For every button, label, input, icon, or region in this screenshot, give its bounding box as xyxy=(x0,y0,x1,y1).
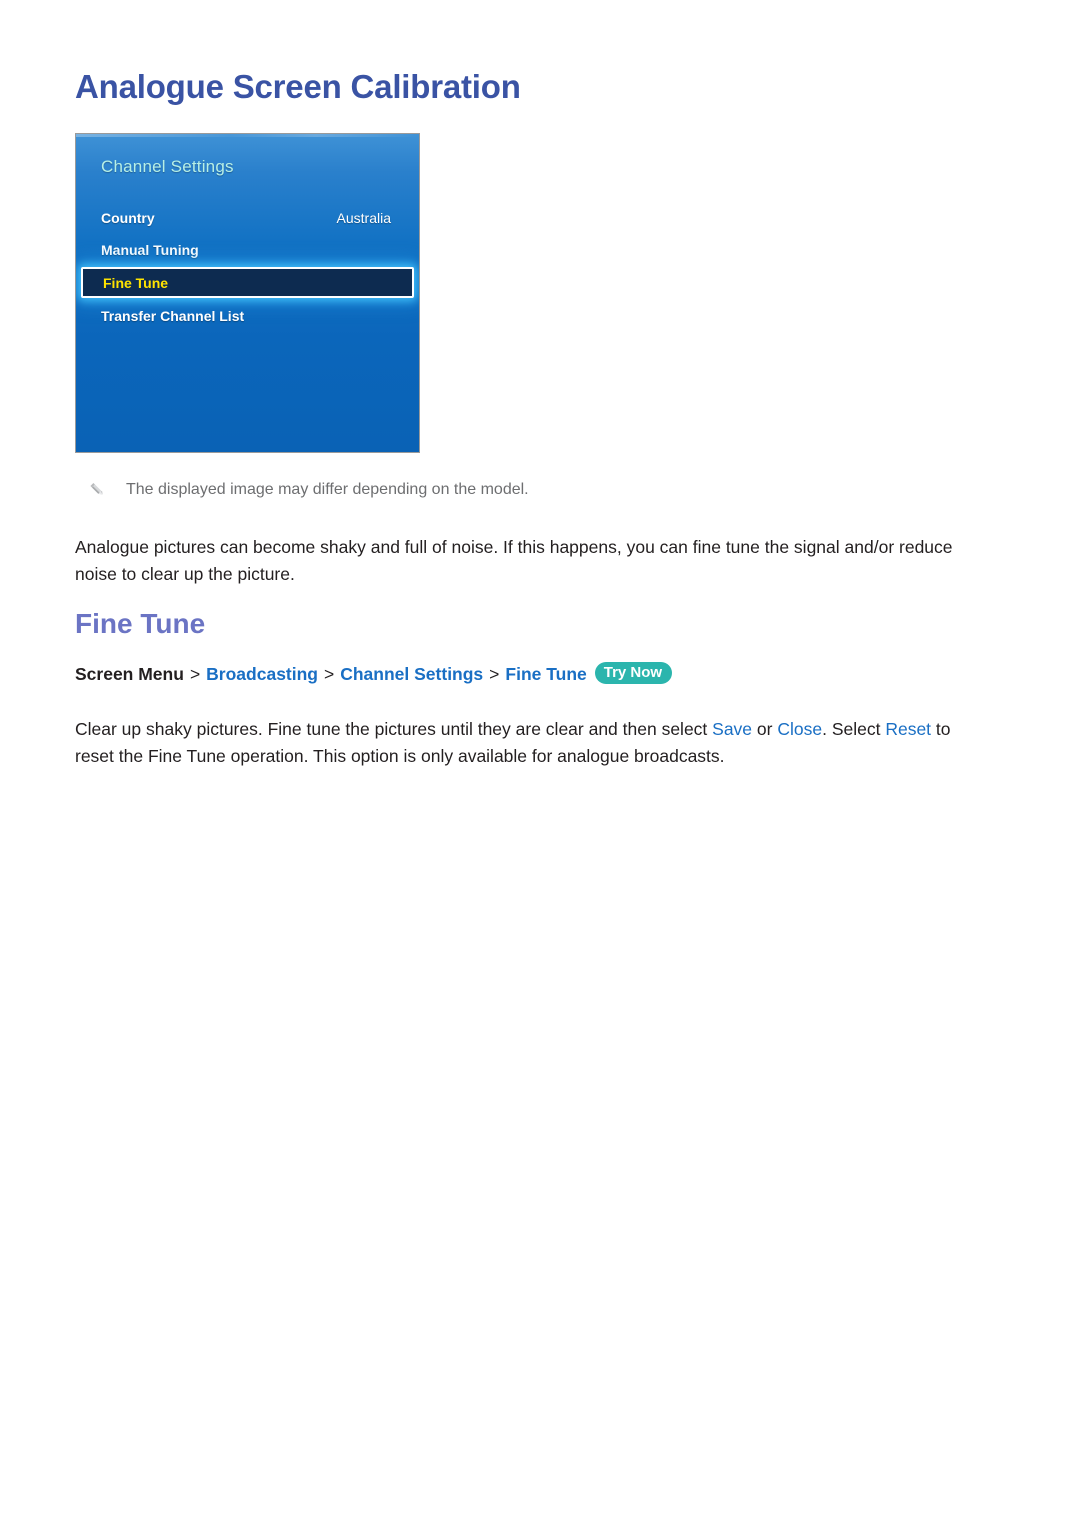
panel-top-highlight xyxy=(76,134,419,137)
tv-menu-title: Channel Settings xyxy=(101,157,234,176)
try-now-badge[interactable]: Try Now xyxy=(594,662,673,684)
tv-menu-item-fine-tune-label: Fine Tune xyxy=(103,275,169,291)
page-title: Analogue Screen Calibration xyxy=(75,68,521,105)
breadcrumb: Screen Menu > Broadcasting > Channel Set… xyxy=(75,662,673,685)
note-callout: The displayed image may differ depending… xyxy=(88,480,529,500)
breadcrumb-separator-1: > xyxy=(189,663,201,684)
tv-menu-item-manual-tuning[interactable]: Manual Tuning xyxy=(76,236,419,266)
detail-part-2: or xyxy=(752,718,778,739)
detail-part-3: . Select xyxy=(822,718,886,739)
detail-part-1: Clear up shaky pictures. Fine tune the p… xyxy=(75,718,713,739)
tv-menu-item-fine-tune-selected[interactable]: Fine Tune xyxy=(81,267,414,298)
breadcrumb-link-channel-settings[interactable]: Channel Settings xyxy=(340,664,483,685)
tv-menu-item-country-label: Country xyxy=(101,210,155,226)
note-text: The displayed image may differ depending… xyxy=(126,481,529,498)
pencil-icon xyxy=(88,481,106,499)
breadcrumb-root: Screen Menu xyxy=(75,663,184,684)
breadcrumb-separator-3: > xyxy=(489,663,500,684)
term-reset[interactable]: Reset xyxy=(885,719,931,739)
document-page: Analogue Screen Calibration Channel Sett… xyxy=(0,0,1080,1527)
breadcrumb-separator-2: > xyxy=(324,663,335,684)
term-close[interactable]: Close xyxy=(777,719,822,739)
breadcrumb-link-broadcasting[interactable]: Broadcasting xyxy=(206,664,318,685)
term-save[interactable]: Save xyxy=(712,719,752,739)
tv-menu-item-manual-tuning-label: Manual Tuning xyxy=(101,242,199,258)
breadcrumb-link-fine-tune[interactable]: Fine Tune xyxy=(505,664,586,685)
detail-paragraph: Clear up shaky pictures. Fine tune the p… xyxy=(75,716,975,770)
intro-paragraph: Analogue pictures can become shaky and f… xyxy=(75,536,953,584)
tv-menu-item-transfer-channel-list-label: Transfer Channel List xyxy=(101,308,245,324)
tv-menu-item-transfer-channel-list[interactable]: Transfer Channel List xyxy=(76,302,419,332)
tv-menu-item-country-value: Australia xyxy=(336,210,391,226)
section-heading-fine-tune: Fine Tune xyxy=(75,608,206,639)
tv-menu-panel: Channel Settings Country Australia Manua… xyxy=(75,133,420,453)
tv-menu-item-country[interactable]: Country Australia xyxy=(76,204,419,234)
